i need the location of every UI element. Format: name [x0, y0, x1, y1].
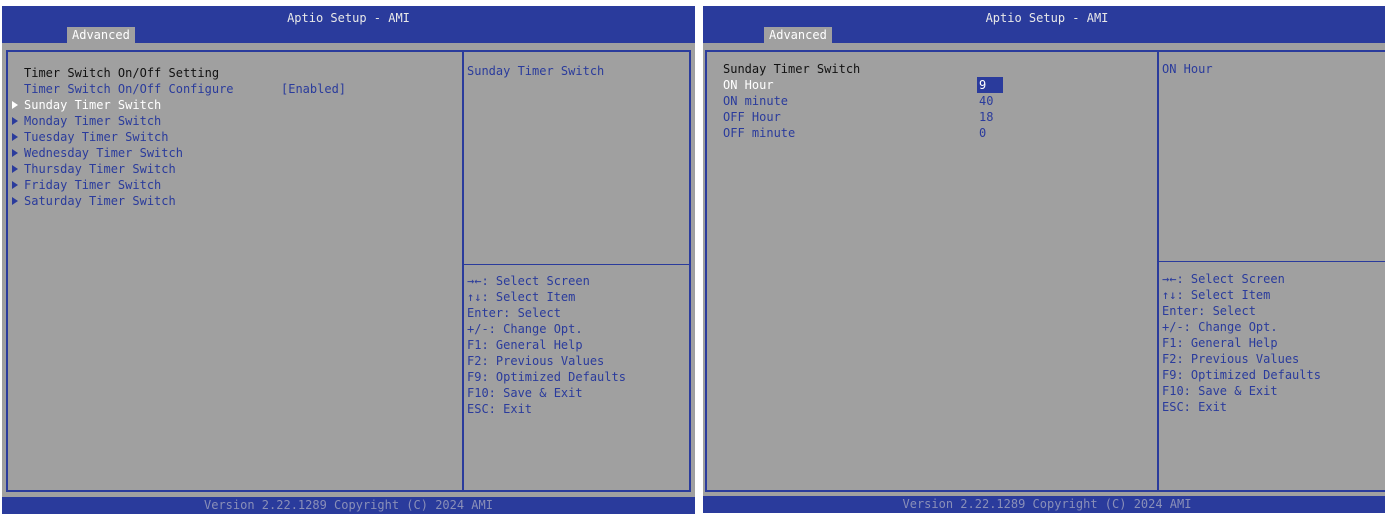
submenu-arrow-icon: [12, 132, 18, 141]
menu-item-label: Wednesday Timer Switch: [24, 146, 183, 160]
timer-config-value[interactable]: [Enabled]: [281, 81, 346, 97]
key-hint: ↑↓: Select Item: [467, 290, 576, 304]
menu-item-label: Friday Timer Switch: [24, 178, 162, 192]
key-hint: F2: Previous Values: [1162, 352, 1300, 366]
on-hour-value[interactable]: 9: [977, 77, 1003, 93]
tab-advanced[interactable]: Advanced: [764, 27, 832, 44]
tab-advanced[interactable]: Advanced: [67, 27, 135, 44]
key-hint: F1: General Help: [467, 338, 583, 352]
key-hint: F9: Optimized Defaults: [467, 370, 626, 384]
menu-item-thursday[interactable]: Thursday Timer Switch: [12, 161, 176, 177]
main-frame: Timer Switch On/Off Setting Timer Switch…: [6, 50, 691, 492]
menu-item-friday[interactable]: Friday Timer Switch: [12, 177, 161, 193]
key-hint: →←: Select Screen: [467, 274, 590, 288]
off-minute-value[interactable]: 0: [979, 125, 986, 141]
key-hint: Enter: Select: [1162, 304, 1256, 318]
version-footer: Version 2.22.1289 Copyright (C) 2024 AMI: [703, 496, 1385, 513]
submenu-arrow-icon: [12, 148, 18, 157]
on-minute-label[interactable]: ON minute: [723, 93, 788, 109]
menu-item-monday[interactable]: Monday Timer Switch: [12, 113, 161, 129]
help-text: ON Hour: [1162, 62, 1213, 76]
version-footer: Version 2.22.1289 Copyright (C) 2024 AMI: [2, 497, 695, 514]
key-hint: ESC: Exit: [1162, 400, 1228, 414]
menu-item-label: Thursday Timer Switch: [24, 162, 176, 176]
off-hour-value[interactable]: 18: [979, 109, 993, 125]
key-hint: →←: Select Screen: [1162, 272, 1285, 286]
panel-divider: [462, 52, 464, 490]
menu-item-label: Tuesday Timer Switch: [24, 130, 169, 144]
submenu-arrow-icon: [12, 100, 18, 109]
main-frame: Sunday Timer Switch ON Hour 9 ON minute …: [705, 50, 1385, 492]
title-bar: Aptio Setup - AMI Advanced: [703, 6, 1385, 44]
section-heading: Sunday Timer Switch: [723, 62, 861, 76]
key-hint: Enter: Select: [467, 306, 561, 320]
panel-divider: [1157, 52, 1159, 490]
submenu-arrow-icon: [12, 164, 18, 173]
key-hint: F2: Previous Values: [467, 354, 605, 368]
key-hint: F10: Save & Exit: [467, 386, 583, 400]
key-hint: ↑↓: Select Item: [1162, 288, 1271, 302]
menu-item-wednesday[interactable]: Wednesday Timer Switch: [12, 145, 183, 161]
bios-screen-1: Aptio Setup - AMI Advanced Timer Switch …: [2, 6, 695, 514]
submenu-arrow-icon: [12, 196, 18, 205]
key-hint: ESC: Exit: [467, 402, 533, 416]
menu-item-label: Sunday Timer Switch: [24, 98, 162, 112]
key-hint: F10: Save & Exit: [1162, 384, 1278, 398]
key-hint: +/-: Change Opt.: [467, 322, 583, 336]
bios-title: Aptio Setup - AMI: [985, 11, 1109, 25]
title-bar: Aptio Setup - AMI Advanced: [2, 6, 695, 44]
on-hour-input[interactable]: 9: [977, 77, 1003, 93]
menu-item-sunday[interactable]: Sunday Timer Switch: [12, 97, 161, 113]
bios-title: Aptio Setup - AMI: [287, 11, 410, 25]
submenu-arrow-icon: [12, 180, 18, 189]
menu-item-label: Monday Timer Switch: [24, 114, 162, 128]
help-divider: [464, 264, 689, 265]
section-heading: Timer Switch On/Off Setting: [24, 66, 220, 80]
submenu-arrow-icon: [12, 116, 18, 125]
key-hint: F9: Optimized Defaults: [1162, 368, 1321, 382]
on-hour-label[interactable]: ON Hour: [723, 77, 774, 93]
key-hint: +/-: Change Opt.: [1162, 320, 1278, 334]
help-text: Sunday Timer Switch: [467, 64, 605, 78]
bios-screen-2: Aptio Setup - AMI Advanced Sunday Timer …: [703, 6, 1385, 513]
key-hint: F1: General Help: [1162, 336, 1278, 350]
help-divider: [1159, 261, 1385, 262]
off-minute-label[interactable]: OFF minute: [723, 125, 795, 141]
menu-item-saturday[interactable]: Saturday Timer Switch: [12, 193, 176, 209]
menu-item-label: Saturday Timer Switch: [24, 194, 176, 208]
off-hour-label[interactable]: OFF Hour: [723, 109, 781, 125]
timer-config-label[interactable]: Timer Switch On/Off Configure: [24, 81, 234, 97]
on-minute-value[interactable]: 40: [979, 93, 993, 109]
menu-item-tuesday[interactable]: Tuesday Timer Switch: [12, 129, 169, 145]
